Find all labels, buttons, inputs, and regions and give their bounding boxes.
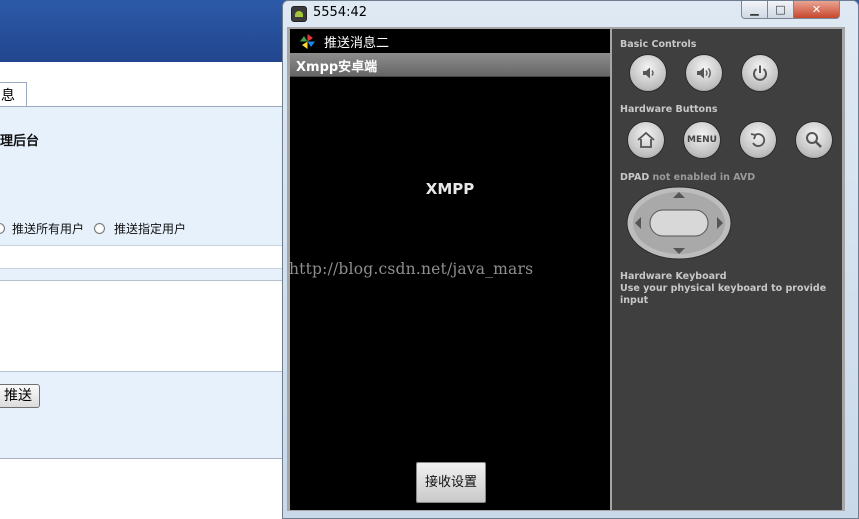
message-textarea[interactable] — [0, 280, 300, 372]
panel-bottom-divider — [0, 458, 300, 459]
target-radio-group: 推送所有用户 推送指定用户 — [0, 219, 186, 237]
status-bar[interactable]: 推送消息二 — [290, 29, 610, 53]
tab-message[interactable]: 息 — [0, 82, 27, 108]
minimize-button[interactable]: ▁ — [741, 1, 768, 19]
power-button[interactable] — [741, 54, 779, 92]
dpad-label: DPAD not enabled in AVD — [620, 172, 756, 183]
radio-specific-user[interactable] — [94, 222, 106, 234]
window-controls: ▁ □ ✕ — [741, 1, 840, 19]
window-title: 5554:42 — [313, 5, 368, 20]
search-button[interactable] — [795, 121, 833, 159]
back-icon — [750, 133, 766, 147]
emulator-controls-panel: Basic Controls Hardware Buttons MENU DPA… — [612, 29, 842, 510]
app-title: Xmpp安卓端 — [296, 60, 378, 75]
pinwheel-notification-icon — [300, 34, 315, 49]
android-emulator-icon — [291, 6, 307, 22]
back-button[interactable] — [739, 121, 777, 159]
hardware-keyboard-hint: Use your physical keyboard to provide in… — [620, 283, 827, 306]
center-label: XMPP — [425, 180, 475, 198]
notification-text: 推送消息二 — [324, 36, 390, 51]
maximize-button[interactable]: □ — [768, 1, 794, 19]
volume-down-icon — [643, 67, 654, 79]
volume-down-button[interactable] — [629, 54, 667, 92]
search-icon — [806, 132, 822, 148]
dpad-note: not enabled in AVD — [652, 172, 756, 183]
radio-all-users[interactable] — [0, 222, 5, 234]
watermark-text: http://blog.csdn.net/java_mars — [289, 260, 534, 278]
power-icon — [753, 65, 767, 81]
basic-controls-label: Basic Controls — [620, 39, 697, 50]
hardware-buttons-label: Hardware Buttons — [620, 104, 718, 115]
receive-settings-button[interactable]: 接收设置 — [416, 462, 486, 503]
home-button[interactable] — [627, 121, 665, 159]
push-button[interactable]: 推送 — [0, 384, 40, 408]
title-input[interactable] — [0, 245, 300, 269]
hardware-keyboard-label: Hardware Keyboard — [620, 271, 727, 282]
menu-button[interactable]: MENU — [683, 121, 721, 159]
menu-label: MENU — [687, 135, 717, 145]
volume-up-button[interactable] — [685, 54, 723, 92]
home-icon — [637, 131, 655, 148]
action-bar: Xmpp安卓端 — [290, 53, 610, 77]
radio-specific-label: 推送指定用户 — [114, 221, 187, 236]
close-button[interactable]: ✕ — [794, 1, 840, 19]
volume-up-icon — [697, 67, 711, 79]
section-title: 理后台 — [0, 134, 40, 149]
dpad-control[interactable] — [626, 186, 732, 260]
radio-all-label: 推送所有用户 — [12, 221, 85, 236]
hardware-keyboard-info: Hardware Keyboard Use your physical keyb… — [620, 271, 842, 307]
